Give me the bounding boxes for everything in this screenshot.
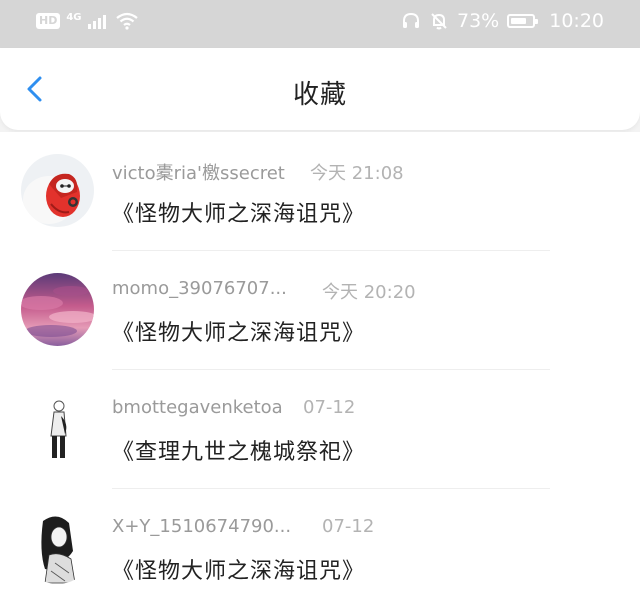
battery-icon xyxy=(507,14,539,28)
avatar[interactable] xyxy=(21,511,94,584)
item-subject: 《怪物大师之深海诅咒》 xyxy=(112,321,366,346)
avatar[interactable] xyxy=(21,273,94,346)
hd-badge: HD xyxy=(36,13,61,29)
item-time: 今天 21:08 xyxy=(310,163,404,184)
wifi-icon xyxy=(115,12,138,30)
avatar[interactable] xyxy=(21,392,94,465)
page-title: 收藏 xyxy=(292,80,347,110)
item-subject: 《查理九世之槐城祭祀》 xyxy=(112,440,366,465)
list-item[interactable]: bmottegavenketoa 07-12 《查理九世之槐城祭祀》 xyxy=(0,370,640,489)
headset-icon xyxy=(403,12,419,28)
signal-icon xyxy=(87,13,106,29)
avatar[interactable] xyxy=(21,154,94,227)
item-subject: 《怪物大师之深海诅咒》 xyxy=(112,202,366,227)
battery-percent: 73% xyxy=(457,10,500,32)
item-time: 今天 20:20 xyxy=(322,282,416,303)
item-time: 07-12 xyxy=(322,516,375,537)
list-item[interactable]: victo橐ria'檄ssecret 今天 21:08 《怪物大师之深海诅咒》 xyxy=(0,132,640,251)
list-item[interactable]: momo_39076707... 今天 20:20 《怪物大师之深海诅咒》 xyxy=(0,251,640,370)
nav-header: 收藏 xyxy=(0,48,640,130)
list-item[interactable]: X+Y_1510674790... 07-12 《怪物大师之深海诅咒》 xyxy=(0,489,640,608)
clock: 10:20 xyxy=(549,10,604,32)
status-bar: HD 4G 73% 10:20 xyxy=(0,0,640,48)
network-type: 4G xyxy=(66,11,82,23)
item-username: momo_39076707... xyxy=(112,278,287,299)
item-username: bmottegavenketoa xyxy=(112,397,283,418)
item-username: X+Y_1510674790... xyxy=(112,516,292,537)
item-username: victo橐ria'檄ssecret xyxy=(112,163,285,184)
favorites-list: victo橐ria'檄ssecret 今天 21:08 《怪物大师之深海诅咒》 xyxy=(0,132,640,610)
mute-bell-icon xyxy=(431,13,447,30)
item-subject: 《怪物大师之深海诅咒》 xyxy=(112,559,366,584)
item-time: 07-12 xyxy=(303,397,356,418)
